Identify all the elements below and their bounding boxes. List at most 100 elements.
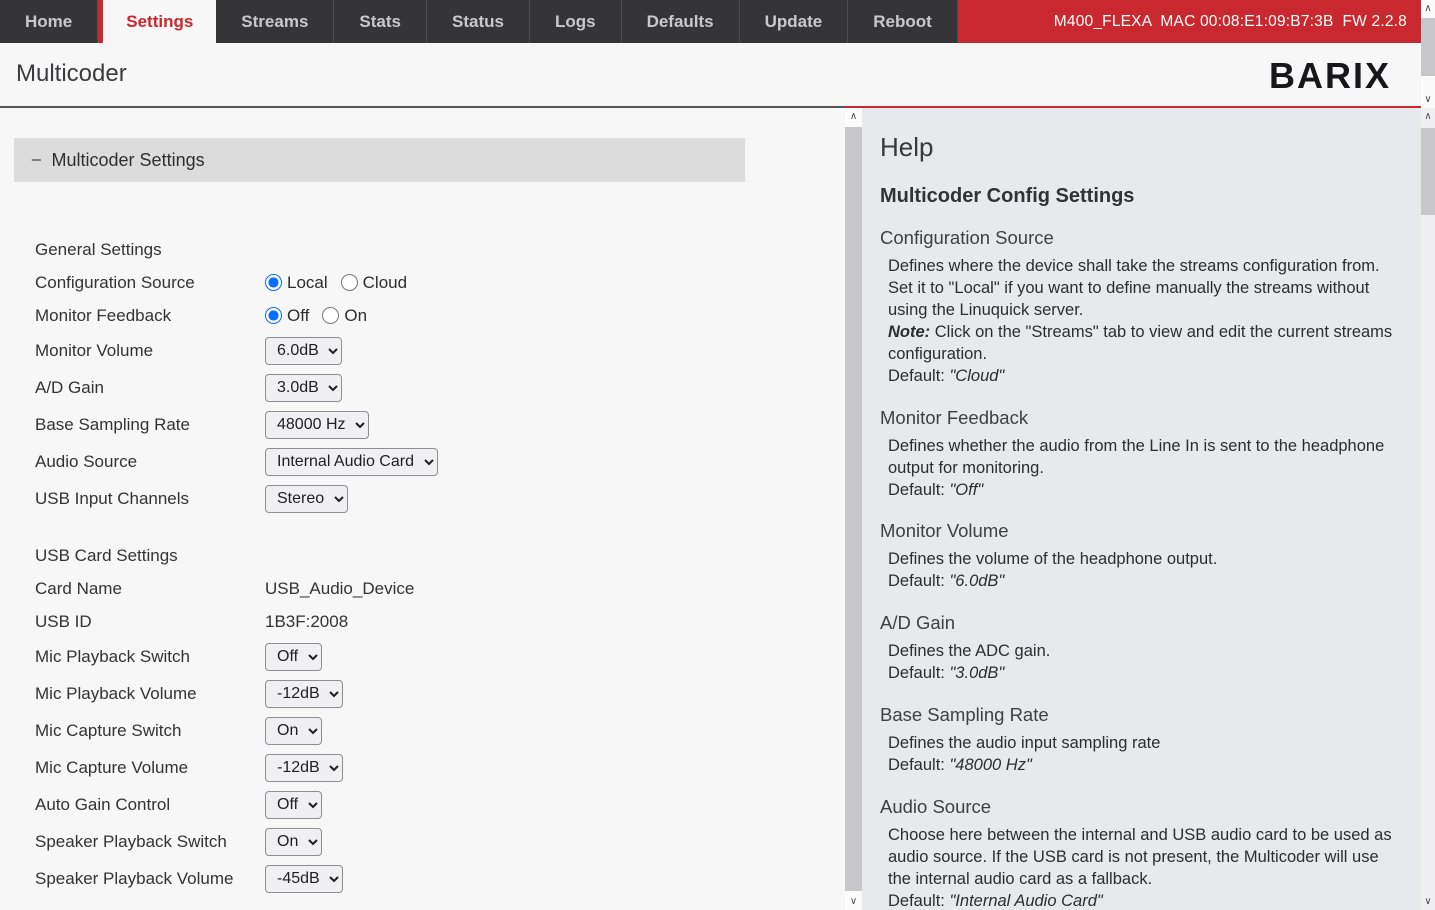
configuration-source-option-local[interactable]: Local: [265, 273, 328, 293]
help-title: Help: [880, 132, 1405, 163]
field-label: Audio Source: [35, 452, 265, 472]
speaker-playback-switch-select[interactable]: On: [265, 828, 322, 856]
configuration-source-radio-local[interactable]: [265, 274, 282, 291]
field-label: Monitor Feedback: [35, 306, 265, 326]
tab-streams[interactable]: Streams: [216, 0, 334, 43]
help-heading-monitor-feedback: Monitor Feedback: [880, 407, 1405, 429]
radio-label: Cloud: [363, 273, 407, 293]
default-value: "Off": [949, 481, 983, 499]
field-label: USB ID: [35, 612, 265, 632]
form-row-a-d-gain: A/D Gain3.0dB: [35, 372, 845, 403]
section-title: Multicoder Settings: [52, 150, 205, 171]
help-body-monitor-volume: Defines the volume of the headphone outp…: [888, 549, 1405, 593]
settings-frame: − Multicoder Settings General SettingsCo…: [0, 108, 845, 910]
tab-logs[interactable]: Logs: [530, 0, 622, 43]
settings-scrollbar[interactable]: ∧ ∨: [845, 108, 862, 910]
tab-reboot[interactable]: Reboot: [848, 0, 958, 43]
help-text: Defines the audio input sampling rate: [888, 733, 1405, 755]
monitor-feedback-radio-off[interactable]: [265, 307, 282, 324]
form-row-general-settings: General Settings: [35, 236, 845, 263]
default-value: "Cloud": [949, 367, 1004, 385]
scroll-up-arrow-icon[interactable]: ∧: [1421, 108, 1435, 125]
form-row-usb-input-channels: USB Input ChannelsStereo: [35, 483, 845, 514]
monitor-volume-select[interactable]: 6.0dB: [265, 337, 342, 365]
monitor-feedback-option-on[interactable]: On: [322, 306, 367, 326]
default-value: "3.0dB": [949, 664, 1004, 682]
form-row-usb-card-settings: USB Card Settings: [35, 542, 845, 569]
radio-label: Off: [287, 306, 309, 326]
help-heading-audio-source: Audio Source: [880, 796, 1405, 818]
tab-update[interactable]: Update: [740, 0, 849, 43]
help-default: Default: "Internal Audio Card": [888, 891, 1405, 910]
field-label: Mic Playback Volume: [35, 684, 265, 704]
help-note: Note: Click on the "Streams" tab to view…: [888, 322, 1405, 366]
field-label: Auto Gain Control: [35, 795, 265, 815]
form-row-monitor-feedback: Monitor Feedback Off On: [35, 302, 845, 329]
window-scrollbar[interactable]: ∧ ∨: [1421, 0, 1435, 108]
scroll-up-arrow-icon[interactable]: ∧: [845, 108, 862, 125]
scroll-down-arrow-icon[interactable]: ∨: [1421, 893, 1435, 910]
card-name-value: USB_Audio_Device: [265, 579, 414, 599]
top-nav: HomeSettingsStreamsStatsStatusLogsDefaul…: [0, 0, 1421, 43]
scrollbar-thumb[interactable]: [845, 127, 862, 891]
a-d-gain-select[interactable]: 3.0dB: [265, 374, 342, 402]
collapse-icon[interactable]: −: [31, 150, 42, 171]
auto-gain-control-select[interactable]: Off: [265, 791, 322, 819]
form-row-mic-capture-volume: Mic Capture Volume-12dB: [35, 752, 845, 783]
field-label: USB Input Channels: [35, 489, 265, 509]
form-row-speaker-playback-volume: Speaker Playback Volume-45dB: [35, 863, 845, 894]
audio-source-select[interactable]: Internal Audio Card: [265, 448, 438, 476]
field-label: General Settings: [35, 240, 265, 260]
field-label: Base Sampling Rate: [35, 415, 265, 435]
help-subtitle: Multicoder Config Settings: [880, 185, 1405, 208]
help-text: Choose here between the internal and USB…: [888, 825, 1405, 891]
scrollbar-thumb[interactable]: [1421, 128, 1435, 215]
mic-capture-switch-select[interactable]: On: [265, 717, 322, 745]
monitor-feedback-radio-on[interactable]: [322, 307, 339, 324]
form-row-auto-gain-control: Auto Gain ControlOff: [35, 789, 845, 820]
field-label: Mic Capture Switch: [35, 721, 265, 741]
device-banner: M400_FLEXA MAC 00:08:E1:09:B7:3B FW 2.2.…: [958, 0, 1421, 43]
barix-logo: BARIX: [1269, 55, 1391, 97]
mic-playback-switch-select[interactable]: Off: [265, 643, 322, 671]
speaker-playback-volume-select[interactable]: -45dB: [265, 865, 343, 893]
monitor-feedback-option-off[interactable]: Off: [265, 306, 309, 326]
tab-settings[interactable]: Settings: [98, 0, 216, 43]
scroll-up-arrow-icon[interactable]: ∧: [1421, 0, 1435, 17]
form-row-usb-id: USB ID1B3F:2008: [35, 608, 845, 635]
help-text: Defines the volume of the headphone outp…: [888, 549, 1405, 571]
help-scrollbar[interactable]: ∧ ∨: [1421, 108, 1435, 910]
scroll-down-arrow-icon[interactable]: ∨: [1421, 91, 1435, 108]
configuration-source-radio-cloud[interactable]: [341, 274, 358, 291]
scrollbar-thumb[interactable]: [1421, 18, 1435, 76]
default-value: "48000 Hz": [949, 756, 1031, 774]
scroll-down-arrow-icon[interactable]: ∨: [845, 893, 862, 910]
help-frame: Help Multicoder Config Settings Configur…: [862, 108, 1421, 910]
mic-capture-volume-select[interactable]: -12dB: [265, 754, 343, 782]
help-default: Default: "48000 Hz": [888, 755, 1405, 777]
help-body-configuration-source: Defines where the device shall take the …: [888, 256, 1405, 388]
base-sampling-rate-select[interactable]: 48000 Hz: [265, 411, 369, 439]
tab-defaults[interactable]: Defaults: [622, 0, 740, 43]
tab-status[interactable]: Status: [427, 0, 530, 43]
help-text: Defines where the device shall take the …: [888, 256, 1405, 322]
form-row-audio-source: Audio SourceInternal Audio Card: [35, 446, 845, 477]
form-row-base-sampling-rate: Base Sampling Rate48000 Hz: [35, 409, 845, 440]
usb-id-value: 1B3F:2008: [265, 612, 348, 632]
form-row-monitor-volume: Monitor Volume6.0dB: [35, 335, 845, 366]
tab-home[interactable]: Home: [0, 0, 98, 43]
settings-section-header[interactable]: − Multicoder Settings: [14, 138, 745, 182]
form-row-mic-playback-volume: Mic Playback Volume-12dB: [35, 678, 845, 709]
tab-stats[interactable]: Stats: [334, 0, 427, 43]
field-label: Speaker Playback Switch: [35, 832, 265, 852]
form-row-speaker-playback-switch: Speaker Playback SwitchOn: [35, 826, 845, 857]
configuration-source-option-cloud[interactable]: Cloud: [341, 273, 407, 293]
help-default: Default: "6.0dB": [888, 571, 1405, 593]
help-text: Defines whether the audio from the Line …: [888, 436, 1405, 480]
mic-playback-volume-select[interactable]: -12dB: [265, 680, 343, 708]
help-heading-configuration-source: Configuration Source: [880, 227, 1405, 249]
form-row-mic-capture-switch: Mic Capture SwitchOn: [35, 715, 845, 746]
usb-input-channels-select[interactable]: Stereo: [265, 485, 348, 513]
field-label: Monitor Volume: [35, 341, 265, 361]
settings-form: General SettingsConfiguration SourceLoca…: [35, 236, 845, 894]
